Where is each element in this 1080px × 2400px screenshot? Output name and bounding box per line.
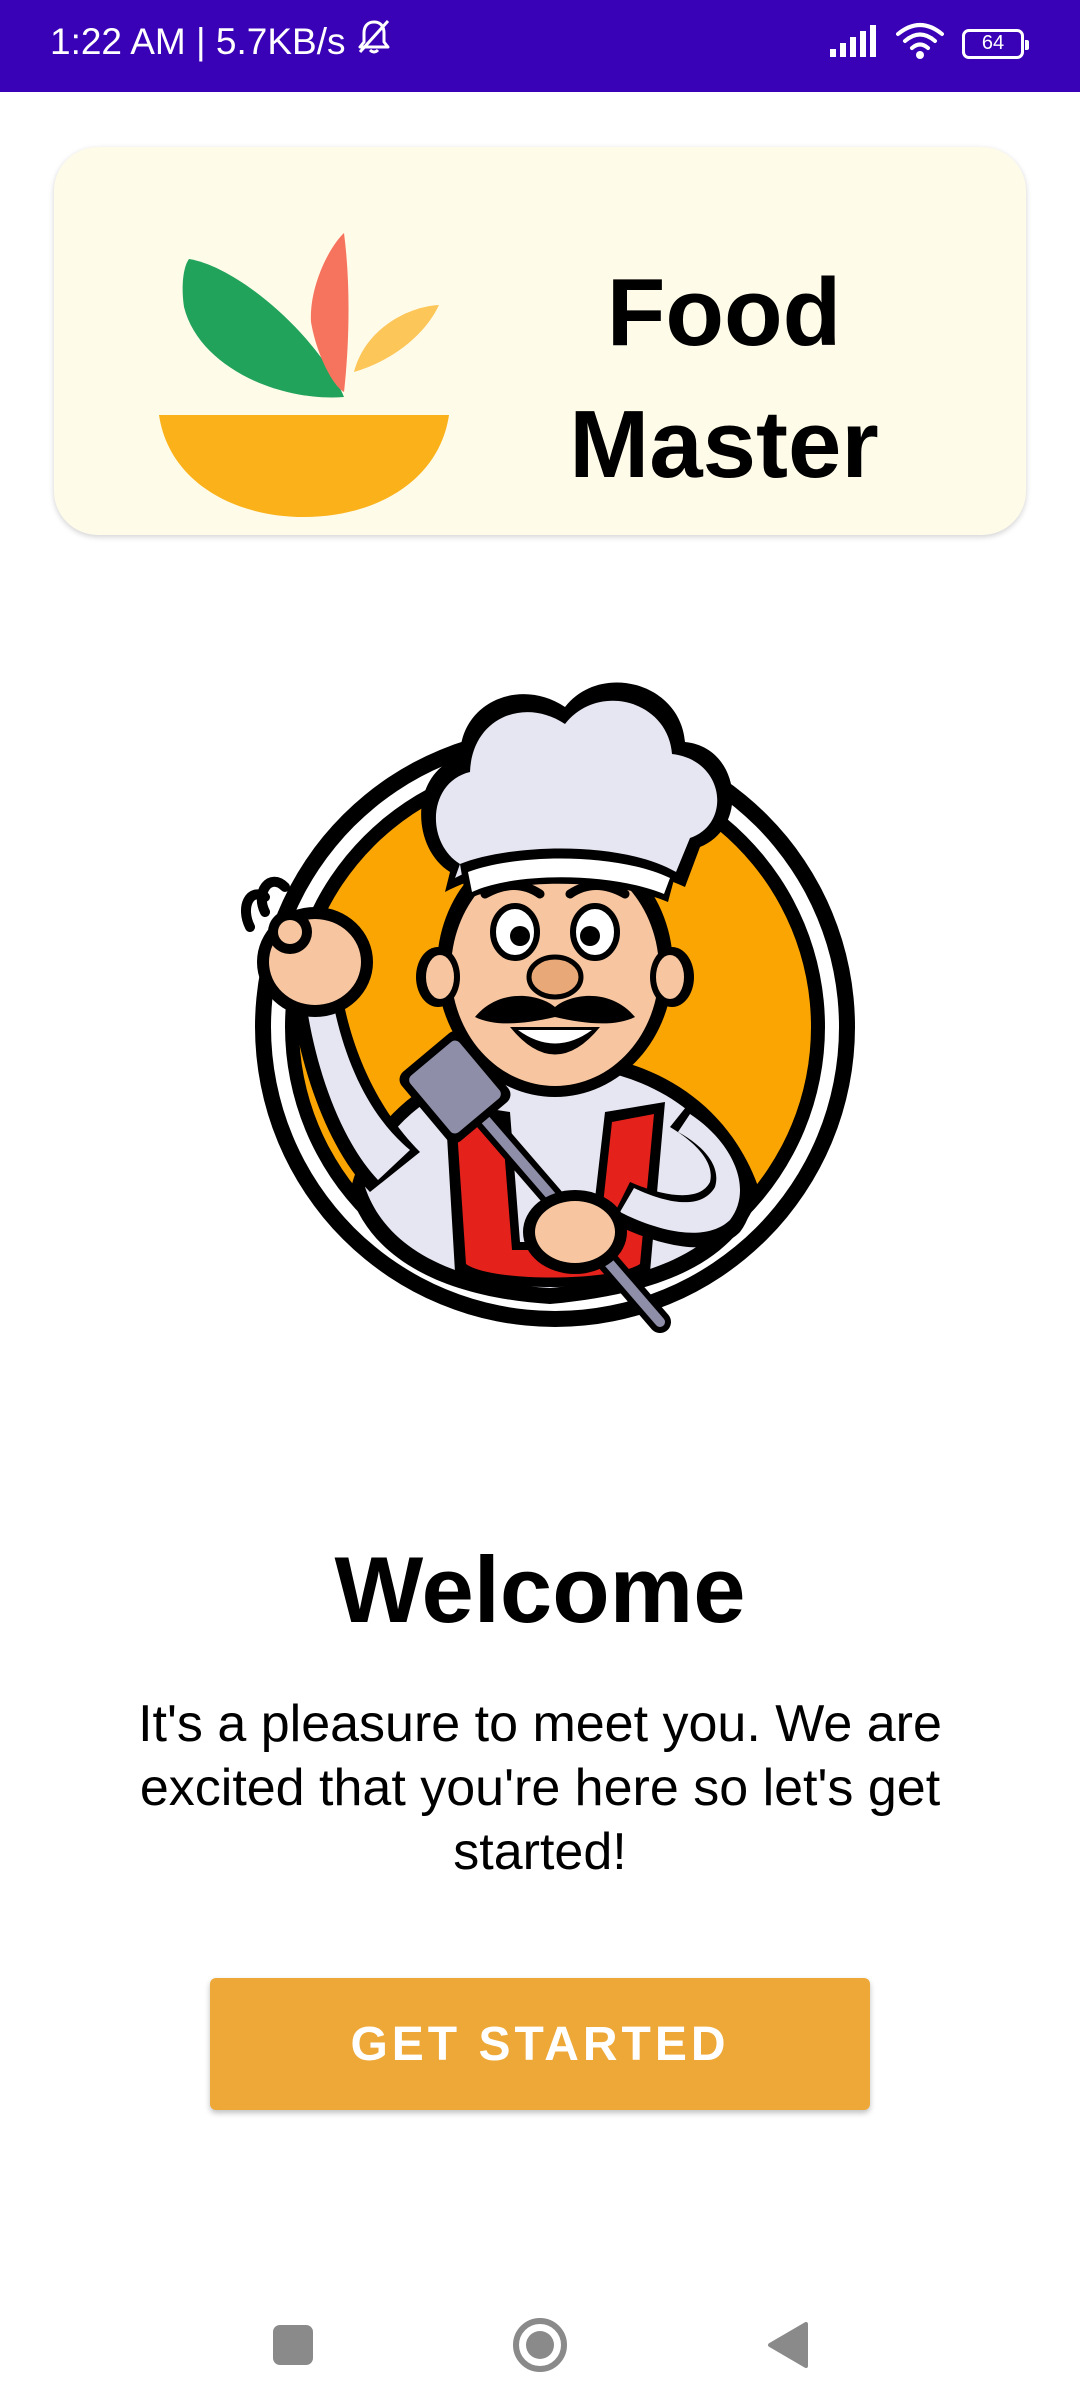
app-title: Food Master: [474, 247, 974, 511]
battery-level: 64: [981, 32, 1005, 54]
app-title-line1: Food: [606, 259, 842, 366]
welcome-message: It's a pleasure to meet you. We are exci…: [138, 1695, 942, 1881]
status-right: 64: [828, 22, 1029, 65]
food-master-logo-icon: [159, 227, 449, 517]
signal-icon: [828, 23, 878, 64]
header-card: Food Master: [54, 147, 1026, 535]
welcome-title: Welcome: [334, 1537, 746, 1642]
navigation-bar: [0, 2290, 1080, 2400]
status-bar: 1:22 AM | 5.7KB/s 64: [0, 0, 1080, 92]
recents-icon[interactable]: [258, 2310, 328, 2380]
welcome-screen: 1:22 AM | 5.7KB/s 64 Food Master Welcome…: [0, 0, 1080, 2400]
home-icon[interactable]: [505, 2310, 575, 2380]
wifi-icon: [896, 22, 944, 65]
get-started-button[interactable]: GET STARTED: [210, 1978, 870, 2110]
battery-icon: 64: [962, 28, 1029, 59]
chef-mascot-illustration: [220, 632, 860, 1372]
bell-off-icon: [356, 18, 392, 65]
back-icon[interactable]: [752, 2310, 822, 2380]
status-time-speed: 1:22 AM | 5.7KB/s: [50, 20, 346, 62]
app-title-line2: Master: [569, 391, 879, 498]
status-left: 1:22 AM | 5.7KB/s: [50, 18, 392, 65]
